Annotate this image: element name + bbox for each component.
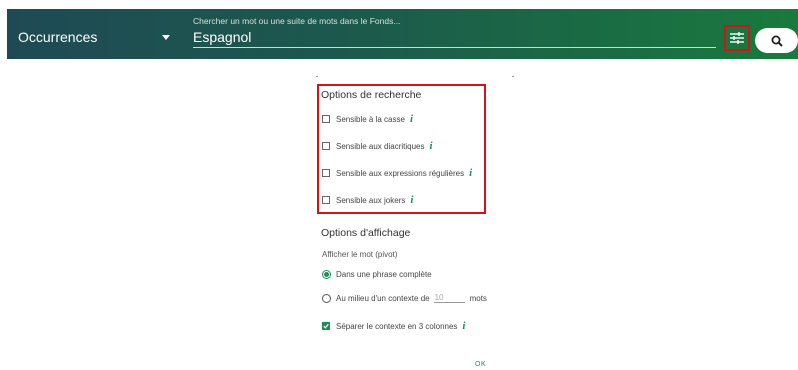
- info-icon[interactable]: i: [469, 167, 472, 179]
- magnifier-icon: [771, 35, 783, 47]
- display-options-title: Options d'affichage: [321, 227, 411, 239]
- radio-label: Dans une phrase complète: [336, 270, 432, 279]
- option-label: Séparer le contexte en 3 colonnes: [336, 321, 458, 331]
- option-label: Sensible à la casse: [336, 114, 405, 124]
- search-options-button[interactable]: [724, 25, 750, 51]
- checkbox[interactable]: [322, 115, 330, 123]
- radio-button[interactable]: [322, 270, 331, 279]
- option-label: Sensible aux diacritiques: [336, 141, 425, 151]
- check-icon: [323, 323, 329, 329]
- search-underline: [193, 47, 716, 48]
- radio-suffix: mots: [469, 293, 487, 303]
- option-label: Sensible aux jokers: [336, 195, 406, 205]
- checkbox[interactable]: [322, 142, 330, 150]
- checkbox[interactable]: [322, 169, 330, 177]
- dialog-corner-mark: [512, 76, 514, 77]
- info-icon[interactable]: i: [430, 140, 433, 152]
- option-case-sensitive[interactable]: Sensible à la casse i: [322, 113, 413, 125]
- info-icon[interactable]: i: [462, 320, 465, 332]
- option-regex-sensitive[interactable]: Sensible aux expressions régulières i: [322, 167, 472, 179]
- radio-button[interactable]: [322, 293, 331, 303]
- radio-full-sentence[interactable]: Dans une phrase complète: [322, 270, 432, 279]
- top-search-bar: Occurrences Chercher un mot ou une suite…: [7, 9, 798, 59]
- ok-button[interactable]: OK: [475, 361, 486, 368]
- info-icon[interactable]: i: [410, 194, 413, 206]
- context-words-input[interactable]: 10: [433, 293, 465, 303]
- option-diacritics-sensitive[interactable]: Sensible aux diacritiques i: [322, 140, 433, 152]
- chevron-down-icon[interactable]: [162, 35, 170, 40]
- search-options-title: Options de recherche: [321, 89, 422, 101]
- info-icon[interactable]: i: [410, 113, 413, 125]
- radio-context[interactable]: Au milieu d'un contexte de 10 mots: [322, 293, 487, 303]
- checkbox-checked[interactable]: [322, 322, 330, 330]
- checkbox[interactable]: [322, 196, 330, 204]
- search-button[interactable]: [755, 28, 798, 53]
- dialog-corner-mark: [316, 76, 318, 77]
- option-label: Sensible aux expressions régulières: [336, 168, 465, 178]
- search-label: Chercher un mot ou une suite de mots dan…: [193, 16, 401, 26]
- option-jokers-sensitive[interactable]: Sensible aux jokers i: [322, 194, 413, 206]
- search-input[interactable]: Espagnol: [193, 29, 713, 45]
- pivot-label: Afficher le mot (pivot): [322, 250, 398, 259]
- tune-sliders-icon: [730, 32, 744, 44]
- option-split-columns[interactable]: Séparer le contexte en 3 colonnes i: [322, 320, 465, 332]
- radio-label: Au milieu d'un contexte de: [336, 293, 430, 303]
- mode-select-value[interactable]: Occurrences: [18, 29, 97, 45]
